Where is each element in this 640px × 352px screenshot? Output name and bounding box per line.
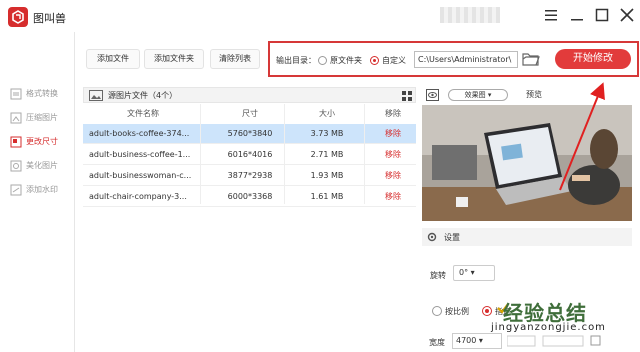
column-header-size: 大小 [319,109,335,118]
compress-icon [10,112,22,124]
menu-icon[interactable] [542,6,560,24]
table-row[interactable]: adult-books-coffee-374... 5760*3840 3.73… [83,124,416,144]
radio-custom-label: 自定义 [382,56,406,65]
file-size: 1.61 MB [310,192,344,201]
app-title: 图叫兽 [33,12,66,25]
remove-link[interactable]: 移除 [375,166,411,185]
sidebar-item-label: 更改尺寸 [26,137,58,146]
radio-custom[interactable] [370,56,379,65]
file-name: adult-chair-company-3... [89,192,187,201]
beautify-icon [10,160,22,172]
rotate-select[interactable]: 0° ▾ [453,265,495,281]
width-input[interactable]: 4700 ▾ [452,333,502,349]
blurred-area [440,7,500,23]
file-name: adult-books-coffee-374... [89,129,190,138]
gear-icon [427,232,437,242]
file-list-header: 源图片文件（4个） [83,87,416,103]
file-size: 1.93 MB [310,171,344,180]
start-modify-button[interactable]: 开始修改 [555,49,631,69]
maximize-icon[interactable] [593,6,611,24]
column-divider [200,104,201,204]
column-header-dimensions: 尺寸 [242,109,258,118]
file-dimensions: 5760*3840 [227,129,273,138]
close-icon[interactable] [618,6,636,24]
title-bar: 图叫兽 [0,0,640,32]
preview-header: 效果图 ▾ 预览 [422,87,632,103]
folder-icon[interactable] [522,51,540,67]
radio-source-folder[interactable] [318,56,327,65]
width-label: 宽度 [429,338,445,347]
app-logo-icon [8,7,28,27]
resize-icon [10,136,22,148]
column-divider [284,104,285,204]
height-controls-partial [507,335,627,347]
rotate-label: 旋转 [430,271,446,280]
sidebar-item-label: 添加水印 [26,185,58,194]
remove-link[interactable]: 移除 [375,124,411,143]
table-row[interactable]: adult-businesswoman-c... 3877*2938 1.93 … [83,166,416,186]
clear-list-button[interactable]: 清除列表 [210,49,260,69]
image-icon [89,90,103,101]
sidebar-item-watermark[interactable]: 添加水印 [10,182,72,198]
sidebar-item-compress[interactable]: 压缩图片 [10,110,72,126]
file-dimensions: 3877*2938 [227,171,273,180]
preview-label: 预览 [526,90,542,99]
sidebar-item-label: 压缩图片 [26,113,58,122]
sidebar-item-beautify[interactable]: 美化图片 [10,158,72,174]
output-label: 输出目录： [276,56,316,65]
radio-by-ratio[interactable] [432,306,442,316]
grid-view-icon[interactable] [402,91,412,101]
file-list-title: 源图片文件（4个） [108,91,178,100]
column-divider [364,104,365,204]
sidebar: 格式转换 压缩图片 更改尺寸 美化图片 添加水印 [0,32,75,352]
file-name: adult-business-coffee-1... [89,150,191,159]
file-dimensions: 6000*3368 [227,192,273,201]
add-file-button[interactable]: 添加文件 [86,49,140,69]
add-folder-button[interactable]: 添加文件夹 [144,49,204,69]
sidebar-item-label: 美化图片 [26,161,58,170]
remove-link[interactable]: 移除 [375,187,411,206]
file-size: 2.71 MB [310,150,344,159]
settings-header: 设置 [422,228,632,246]
radio-source-folder-label: 原文件夹 [330,56,362,65]
radio-by-ratio-label: 按比例 [445,307,469,316]
table-row[interactable]: adult-business-coffee-1... 6016*4016 2.7… [83,145,416,165]
convert-icon [10,88,22,100]
watermark-icon [10,184,22,196]
file-size: 3.73 MB [310,129,344,138]
sidebar-item-convert[interactable]: 格式转换 [10,86,72,102]
column-header-name: 文件名称 [127,109,159,118]
file-name: adult-businesswoman-c... [89,171,192,180]
output-path-input[interactable]: C:\Users\Administrator\ [414,51,518,68]
preview-image [422,105,632,221]
sidebar-item-label: 格式转换 [26,89,58,98]
watermark-url: jingyanzongjie.com [491,322,606,333]
minimize-icon[interactable] [568,6,586,24]
settings-title: 设置 [444,233,460,242]
eye-icon [426,89,439,101]
sidebar-item-resize[interactable]: 更改尺寸 [10,134,72,150]
column-header-remove: 移除 [385,109,401,118]
remove-link[interactable]: 移除 [375,145,411,164]
table-row[interactable]: adult-chair-company-3... 6000*3368 1.61 … [83,187,416,207]
preview-mode-select[interactable]: 效果图 ▾ [448,89,508,101]
radio-specified[interactable] [482,306,492,316]
file-dimensions: 6016*4016 [227,150,273,159]
